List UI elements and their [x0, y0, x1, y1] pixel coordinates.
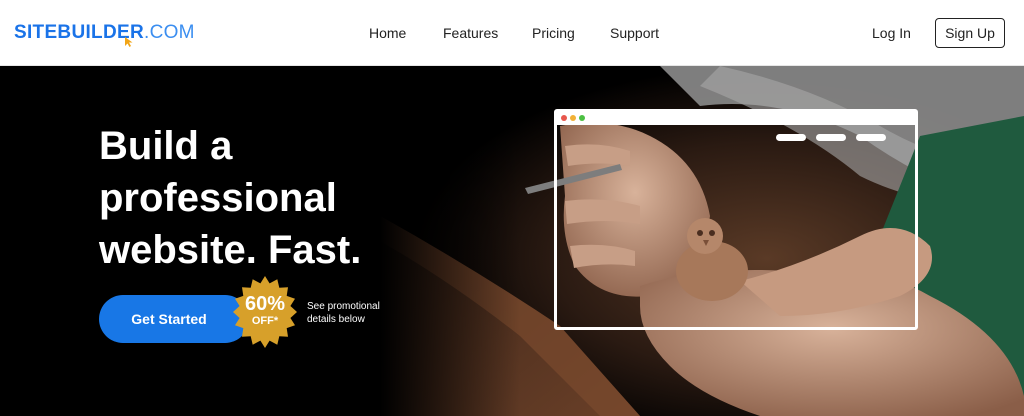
nav-features[interactable]: Features — [443, 25, 498, 41]
menu-bar-icon — [776, 134, 806, 141]
badge-off: OFF* — [251, 315, 279, 327]
logo-tld-text: .COM — [143, 22, 195, 43]
browser-frame-graphic — [554, 109, 918, 330]
window-minimize-dot-icon — [570, 115, 576, 121]
discount-badge: 60% OFF* — [229, 293, 301, 327]
headline-line-2: professional — [99, 176, 337, 220]
site-header: SITEBUILDER.COM Home Features Pricing Su… — [0, 0, 1024, 66]
nav-home[interactable]: Home — [369, 25, 406, 41]
hero-headline: Build a professional website. Fast. — [99, 120, 419, 276]
menu-bar-icon — [856, 134, 886, 141]
login-link[interactable]: Log In — [872, 25, 911, 41]
headline-line-3: website. Fast. — [99, 228, 362, 272]
get-started-button[interactable]: Get Started — [99, 295, 249, 343]
menu-bar-icon — [816, 134, 846, 141]
window-maximize-dot-icon — [579, 115, 585, 121]
window-close-dot-icon — [561, 115, 567, 121]
nav-support[interactable]: Support — [610, 25, 659, 41]
promo-note[interactable]: See promotional details below — [307, 300, 397, 326]
badge-percent: 60% — [244, 293, 286, 315]
signup-button[interactable]: Sign Up — [935, 18, 1005, 48]
nav-pricing[interactable]: Pricing — [532, 25, 575, 41]
browser-toolbar — [557, 112, 915, 125]
headline-line-1: Build a — [99, 124, 233, 168]
site-logo[interactable]: SITEBUILDER.COM — [14, 22, 195, 47]
hero-section: Build a professional website. Fast. Get … — [0, 66, 1024, 416]
cursor-icon — [125, 37, 133, 47]
